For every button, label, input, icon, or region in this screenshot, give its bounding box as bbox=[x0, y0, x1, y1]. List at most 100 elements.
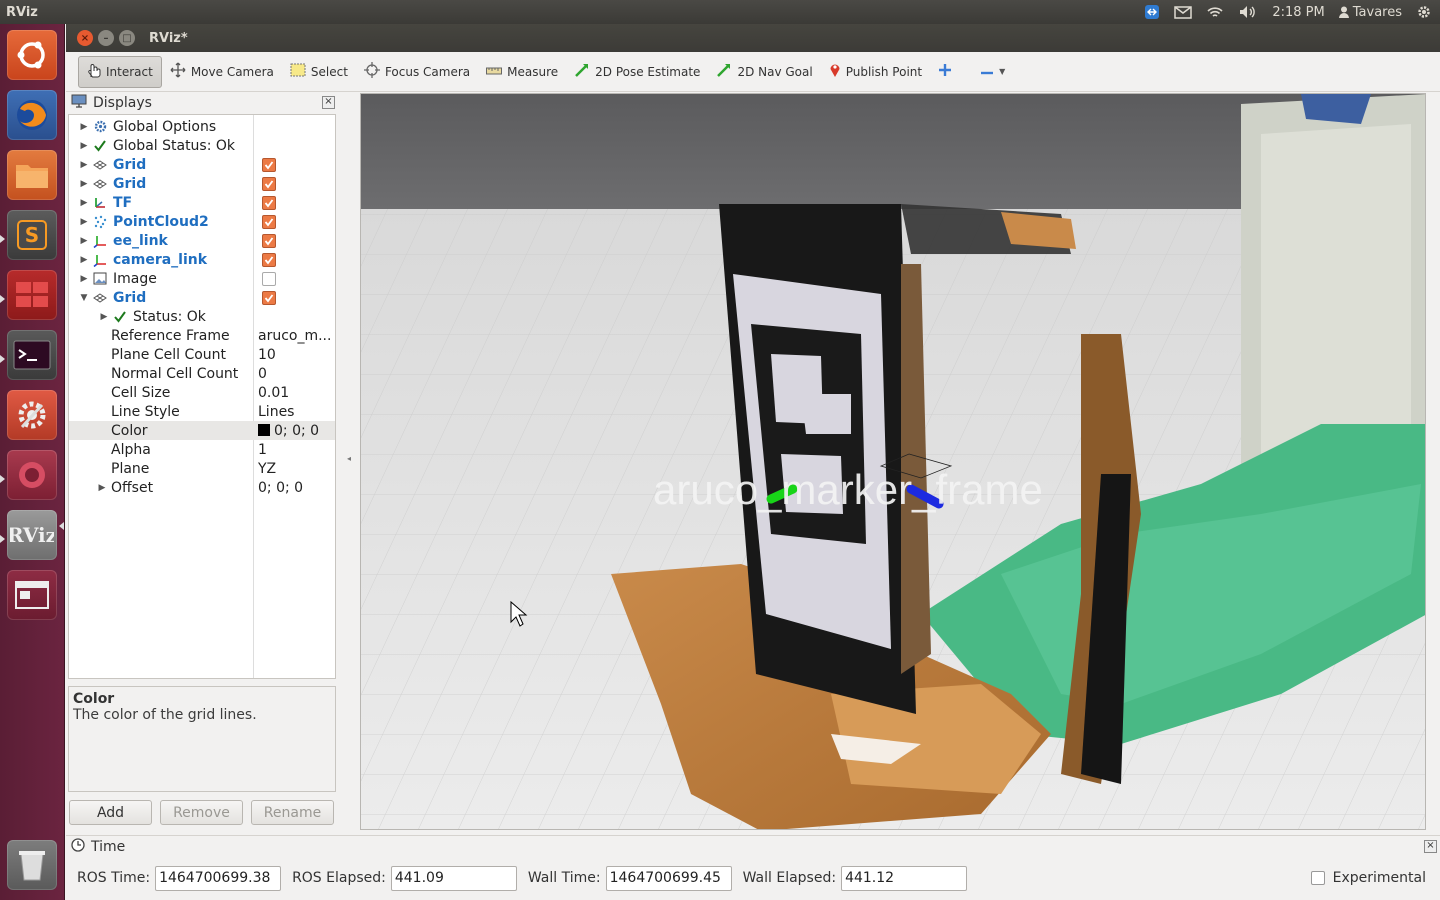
expand-arrow-icon[interactable]: ▶ bbox=[79, 122, 89, 132]
property-value[interactable]: 0; 0; 0 bbox=[258, 480, 303, 496]
active-app-name: RViz bbox=[6, 4, 38, 20]
workspace-switcher-icon[interactable] bbox=[7, 270, 57, 320]
wall-elapsed-field[interactable]: 441.12 bbox=[841, 865, 968, 891]
measure-tool[interactable]: Measure bbox=[478, 56, 566, 88]
tree-row[interactable]: Plane YZ bbox=[69, 459, 335, 478]
close-panel-icon[interactable]: × bbox=[1424, 840, 1437, 853]
ros-time-field[interactable]: 1464700699.38 bbox=[155, 865, 282, 891]
tree-row-label: Normal Cell Count bbox=[111, 365, 239, 382]
property-value[interactable]: 0 bbox=[258, 366, 267, 382]
move-camera-tool[interactable]: Move Camera bbox=[162, 56, 282, 88]
interact-tool[interactable]: Interact bbox=[78, 55, 162, 88]
expand-arrow-icon[interactable]: ▶ bbox=[79, 236, 89, 246]
property-value[interactable]: Lines bbox=[258, 404, 294, 420]
trash-icon[interactable] bbox=[7, 840, 57, 890]
grid-icon bbox=[93, 177, 107, 191]
tree-row[interactable]: Plane Cell Count 10 bbox=[69, 345, 335, 364]
enable-checkbox[interactable] bbox=[262, 176, 276, 191]
enable-checkbox[interactable] bbox=[262, 252, 276, 267]
tree-row[interactable]: ▶ Grid bbox=[69, 155, 335, 174]
teamviewer-icon[interactable] bbox=[1144, 4, 1160, 20]
mail-icon[interactable] bbox=[1174, 5, 1193, 19]
splitter-handle[interactable]: ◂ bbox=[347, 454, 351, 463]
expand-arrow-icon[interactable]: ▶ bbox=[79, 198, 89, 208]
tree-row[interactable]: Alpha 1 bbox=[69, 440, 335, 459]
window-icon[interactable] bbox=[7, 570, 57, 620]
expand-arrow-icon[interactable]: ▶ bbox=[97, 483, 107, 493]
clock[interactable]: 2:18 PM bbox=[1272, 5, 1324, 20]
point-cloud-icon bbox=[93, 215, 107, 229]
experimental-checkbox[interactable]: Experimental bbox=[1310, 870, 1426, 886]
expand-arrow-icon[interactable]: ▶ bbox=[79, 274, 89, 284]
tree-row[interactable]: ▼ Grid bbox=[69, 288, 335, 307]
ros-elapsed-field[interactable]: 441.09 bbox=[390, 865, 517, 891]
expand-arrow-icon[interactable]: ▶ bbox=[79, 255, 89, 265]
tree-row[interactable]: ▶ TF bbox=[69, 193, 335, 212]
wifi-icon[interactable] bbox=[1206, 5, 1224, 19]
tree-row[interactable]: ▶ Status: Ok bbox=[69, 307, 335, 326]
enable-checkbox[interactable] bbox=[262, 157, 276, 172]
gear-icon[interactable] bbox=[1416, 4, 1432, 20]
tree-row[interactable]: Line Style Lines bbox=[69, 402, 335, 421]
close-panel-icon[interactable]: × bbox=[322, 96, 335, 109]
property-value[interactable]: YZ bbox=[258, 461, 276, 477]
app-icon[interactable] bbox=[7, 450, 57, 500]
remove-tool-button[interactable]: ▼ bbox=[972, 56, 1013, 88]
remove-button[interactable]: Remove bbox=[160, 800, 243, 825]
focus-camera-tool[interactable]: Focus Camera bbox=[356, 56, 478, 88]
enable-checkbox[interactable] bbox=[262, 233, 276, 248]
publish-point-tool[interactable]: Publish Point bbox=[821, 56, 930, 88]
property-value[interactable]: 0.01 bbox=[258, 385, 289, 401]
wall-time-field[interactable]: 1464700699.45 bbox=[605, 865, 732, 891]
tree-row[interactable]: Cell Size 0.01 bbox=[69, 383, 335, 402]
displays-header: Displays × bbox=[68, 93, 336, 113]
maximize-icon[interactable]: □ bbox=[119, 30, 135, 46]
enable-checkbox[interactable] bbox=[262, 195, 276, 210]
expand-arrow-icon[interactable]: ▶ bbox=[79, 141, 89, 151]
close-icon[interactable]: × bbox=[77, 30, 93, 46]
rename-button[interactable]: Rename bbox=[251, 800, 334, 825]
property-value[interactable]: 10 bbox=[258, 347, 276, 363]
property-value[interactable]: 1 bbox=[258, 442, 267, 458]
expand-arrow-icon[interactable]: ▶ bbox=[79, 217, 89, 227]
ubuntu-dash-icon[interactable] bbox=[7, 30, 57, 80]
tree-row[interactable]: ▶ Grid bbox=[69, 174, 335, 193]
tree-row-label: Alpha bbox=[111, 441, 151, 458]
enable-checkbox[interactable] bbox=[262, 290, 276, 305]
tree-row[interactable]: Reference Frame aruco_m... bbox=[69, 326, 335, 345]
expand-arrow-icon[interactable]: ▶ bbox=[79, 179, 89, 189]
tree-row[interactable]: ▶ PointCloud2 bbox=[69, 212, 335, 231]
property-value[interactable]: 0; 0; 0 bbox=[258, 423, 319, 439]
nav-goal-tool[interactable]: 2D Nav Goal bbox=[708, 56, 820, 88]
tree-row-label: Cell Size bbox=[111, 384, 171, 401]
tree-row[interactable]: Color 0; 0; 0 bbox=[69, 421, 335, 440]
enable-checkbox[interactable] bbox=[262, 214, 276, 229]
tree-row-label: Grid bbox=[113, 156, 147, 173]
pose-estimate-tool[interactable]: 2D Pose Estimate bbox=[566, 56, 708, 88]
tree-row[interactable]: ▶ Global Options bbox=[69, 117, 335, 136]
add-tool-button[interactable] bbox=[930, 56, 960, 88]
sublime-text-icon[interactable]: S bbox=[7, 210, 57, 260]
tree-row[interactable]: ▶ camera_link bbox=[69, 250, 335, 269]
files-icon[interactable] bbox=[7, 150, 57, 200]
enable-checkbox[interactable] bbox=[262, 271, 276, 286]
user-menu[interactable]: Tavares bbox=[1338, 5, 1402, 20]
3d-render-view[interactable]: aruco_marker_frame bbox=[360, 93, 1426, 830]
expand-arrow-icon[interactable]: ▶ bbox=[79, 160, 89, 170]
tree-row[interactable]: ▶ Global Status: Ok bbox=[69, 136, 335, 155]
tree-row[interactable]: ▶ Offset 0; 0; 0 bbox=[69, 478, 335, 497]
tree-row[interactable]: Normal Cell Count 0 bbox=[69, 364, 335, 383]
tree-row[interactable]: ▶ ee_link bbox=[69, 231, 335, 250]
minimize-icon[interactable]: – bbox=[98, 30, 114, 46]
firefox-icon[interactable] bbox=[7, 90, 57, 140]
add-button[interactable]: Add bbox=[69, 800, 152, 825]
rviz-icon[interactable]: RViz bbox=[7, 510, 57, 560]
expand-arrow-icon[interactable]: ▶ bbox=[99, 312, 109, 322]
collapse-arrow-icon[interactable]: ▼ bbox=[79, 293, 89, 303]
select-tool[interactable]: Select bbox=[282, 56, 356, 88]
terminal-icon[interactable] bbox=[7, 330, 57, 380]
property-value[interactable]: aruco_m... bbox=[258, 328, 331, 344]
volume-icon[interactable] bbox=[1238, 4, 1258, 20]
system-settings-icon[interactable] bbox=[7, 390, 57, 440]
tree-row[interactable]: ▶ Image bbox=[69, 269, 335, 288]
